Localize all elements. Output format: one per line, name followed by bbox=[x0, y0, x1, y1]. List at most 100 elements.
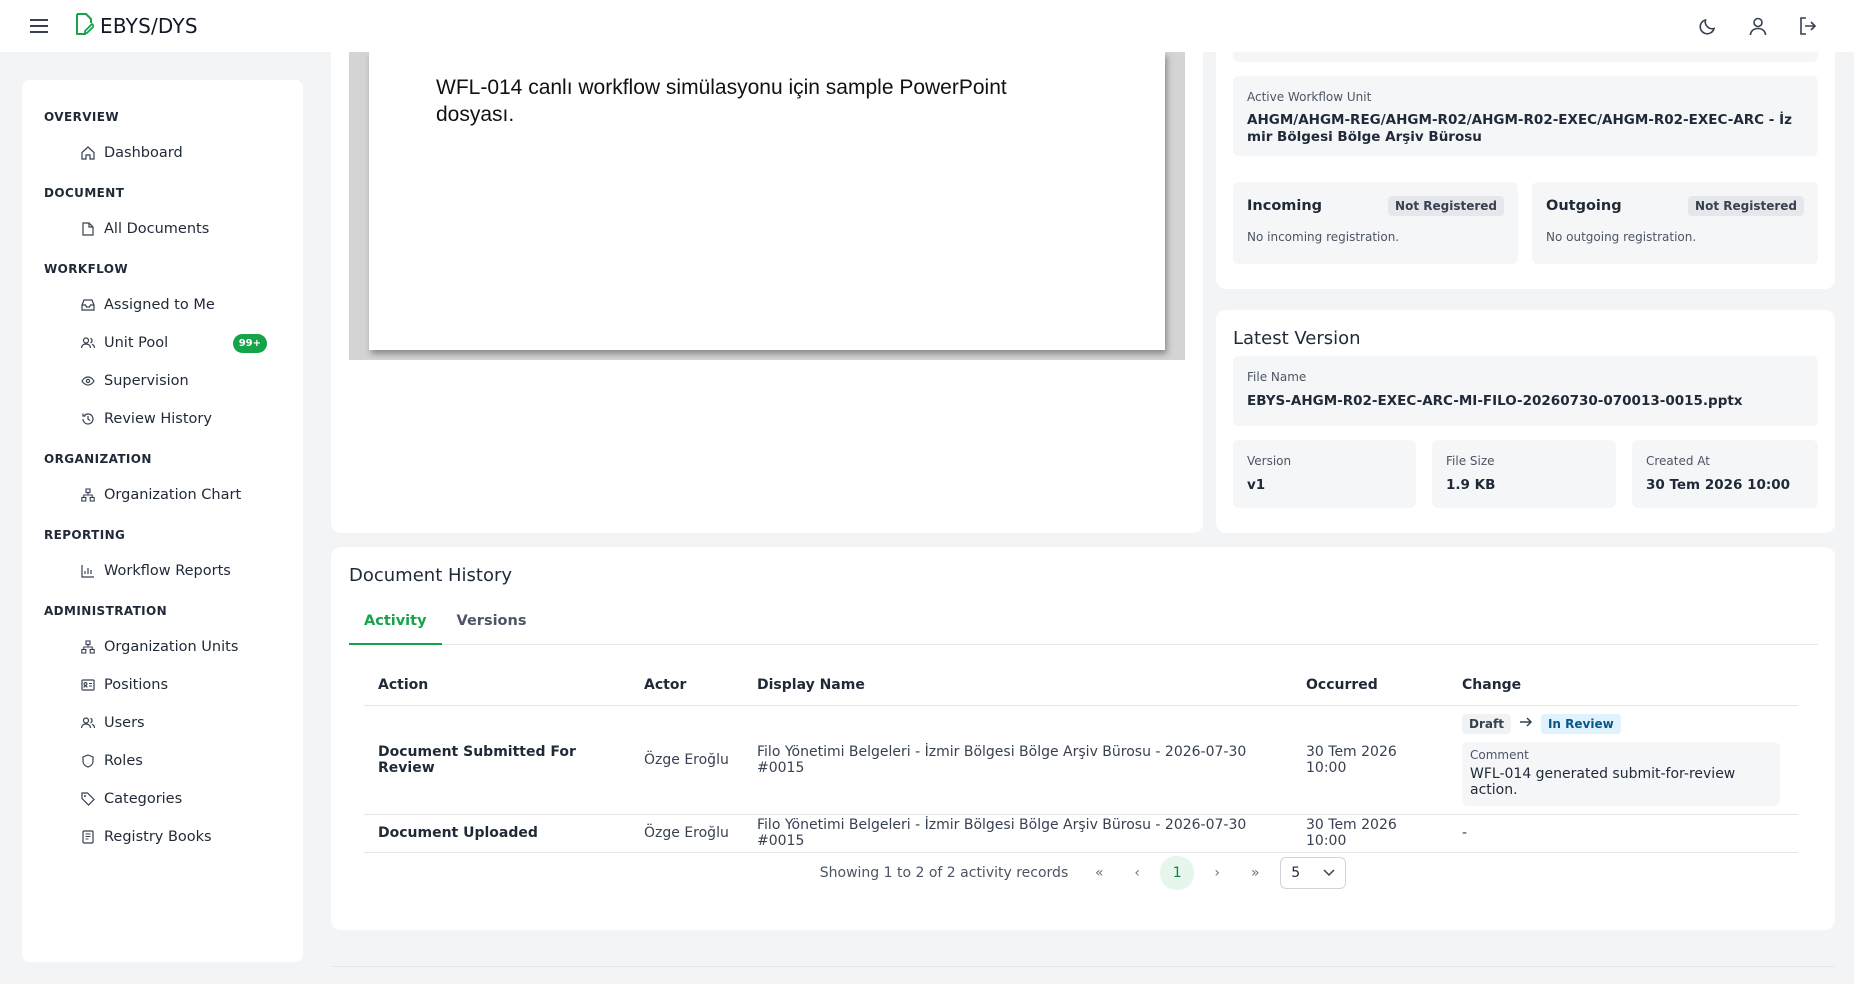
row-change: Draft In Review Comment WFL-014 generate… bbox=[1448, 705, 1798, 815]
column-header-action[interactable]: Action bbox=[364, 665, 630, 706]
sidebar-item-label: Workflow Reports bbox=[104, 563, 231, 579]
previous-page-button[interactable]: ‹ bbox=[1122, 857, 1152, 889]
id-card-icon bbox=[80, 677, 96, 693]
page-size-value: 5 bbox=[1291, 865, 1301, 881]
org-chart-icon bbox=[80, 639, 96, 655]
file-size-label: File Size bbox=[1446, 454, 1495, 468]
sidebar-item-label: Roles bbox=[104, 753, 143, 769]
table-row[interactable]: Document Submitted For Review Özge Eroğl… bbox=[364, 705, 1798, 815]
sidebar-item-assigned-to-me[interactable]: Assigned to Me bbox=[22, 286, 303, 324]
comment-label: Comment bbox=[1470, 747, 1529, 762]
row-occurred: 30 Tem 2026 10:00 bbox=[1292, 814, 1448, 853]
activity-table: Action Actor Display Name Occurred Chang… bbox=[364, 665, 1798, 853]
tab-versions[interactable]: Versions bbox=[442, 605, 542, 645]
sidebar-item-label: Positions bbox=[104, 677, 169, 693]
column-header-display-name[interactable]: Display Name bbox=[743, 665, 1292, 706]
row-display-name: Filo Yönetimi Belgeleri - İzmir Bölgesi … bbox=[743, 814, 1292, 853]
bar-chart-icon bbox=[80, 563, 96, 579]
inbox-icon bbox=[80, 297, 96, 313]
document-logo-icon bbox=[74, 13, 96, 39]
status-from-badge: Draft bbox=[1462, 713, 1511, 734]
sidebar-item-label: Dashboard bbox=[104, 145, 183, 161]
column-header-actor[interactable]: Actor bbox=[630, 665, 743, 706]
slide-text: WFL-014 canlı workflow simülasyonu için … bbox=[436, 76, 1007, 126]
incoming-registration-box: Incoming Not Registered No incoming regi… bbox=[1233, 182, 1518, 264]
created-at-value: 30 Tem 2026 10:00 bbox=[1646, 477, 1791, 493]
sidebar-item-label: Supervision bbox=[104, 373, 189, 389]
brand[interactable]: EBYS/DYS bbox=[74, 13, 198, 39]
nav-section-organization: ORGANIZATION bbox=[44, 452, 152, 466]
column-header-occurred[interactable]: Occurred bbox=[1292, 665, 1448, 706]
first-page-button[interactable]: « bbox=[1084, 857, 1114, 889]
sidebar-item-review-history[interactable]: Review History bbox=[22, 400, 303, 438]
pagination-summary: Showing 1 to 2 of 2 activity records bbox=[819, 865, 1069, 881]
row-actor: Özge Eroğlu bbox=[630, 705, 743, 815]
row-action: Document Uploaded bbox=[364, 814, 630, 853]
top-bar: EBYS/DYS bbox=[0, 0, 1854, 52]
status-to-badge: In Review bbox=[1540, 713, 1621, 734]
user-profile-icon[interactable] bbox=[1746, 14, 1770, 38]
sidebar-item-users[interactable]: Users bbox=[22, 704, 303, 742]
row-display-name: Filo Yönetimi Belgeleri - İzmir Bölgesi … bbox=[743, 705, 1292, 815]
page-1-button[interactable]: 1 bbox=[1160, 856, 1195, 890]
created-at-box: Created At 30 Tem 2026 10:00 bbox=[1632, 440, 1818, 508]
document-history-title: Document History bbox=[349, 565, 513, 586]
active-unit-label: Active Workflow Unit bbox=[1247, 90, 1372, 104]
sidebar-item-label: Users bbox=[104, 715, 145, 731]
sidebar-item-supervision[interactable]: Supervision bbox=[22, 362, 303, 400]
book-icon bbox=[80, 829, 96, 845]
sidebar: OVERVIEW Dashboard DOCUMENT All Document… bbox=[22, 80, 303, 962]
page-size-select[interactable]: 5 bbox=[1280, 857, 1347, 889]
row-occurred: 30 Tem 2026 10:00 bbox=[1292, 705, 1448, 815]
outgoing-text: No outgoing registration. bbox=[1546, 230, 1697, 244]
file-icon bbox=[80, 221, 96, 237]
shield-icon bbox=[80, 753, 96, 769]
file-name-value: EBYS-AHGM-R02-EXEC-ARC-MI-FILO-20260730-… bbox=[1247, 393, 1743, 409]
sidebar-item-dashboard[interactable]: Dashboard bbox=[22, 134, 303, 172]
brand-name: EBYS/DYS bbox=[100, 14, 198, 38]
created-at-label: Created At bbox=[1646, 454, 1711, 468]
history-icon bbox=[80, 411, 96, 427]
sidebar-item-roles[interactable]: Roles bbox=[22, 742, 303, 780]
sidebar-item-unit-pool[interactable]: Unit Pool 99+ bbox=[22, 324, 303, 362]
pagination: Showing 1 to 2 of 2 activity records « ‹… bbox=[331, 856, 1835, 890]
next-page-button[interactable]: › bbox=[1202, 857, 1232, 889]
bottom-divider bbox=[331, 966, 1835, 967]
document-preview-card: WFL-014 canlı workflow simülasyonu için … bbox=[331, 40, 1203, 533]
sidebar-item-organization-units[interactable]: Organization Units bbox=[22, 628, 303, 666]
latest-version-card: Latest Version File Name EBYS-AHGM-R02-E… bbox=[1216, 310, 1835, 533]
column-header-change[interactable]: Change bbox=[1448, 665, 1798, 706]
sidebar-item-label: Review History bbox=[104, 411, 212, 427]
history-tabs: Activity Versions bbox=[349, 605, 1818, 645]
table-header-row: Action Actor Display Name Occurred Chang… bbox=[364, 665, 1798, 706]
users-icon bbox=[80, 715, 96, 731]
sidebar-item-registry-books[interactable]: Registry Books bbox=[22, 818, 303, 856]
sidebar-item-all-documents[interactable]: All Documents bbox=[22, 210, 303, 248]
sidebar-item-positions[interactable]: Positions bbox=[22, 666, 303, 704]
document-history-card: Document History Activity Versions Actio… bbox=[331, 547, 1835, 930]
sidebar-item-organization-chart[interactable]: Organization Chart bbox=[22, 476, 303, 514]
file-size-value: 1.9 KB bbox=[1446, 477, 1496, 493]
file-name-label: File Name bbox=[1247, 370, 1307, 384]
tab-activity[interactable]: Activity bbox=[349, 605, 442, 645]
document-info-card: Active Workflow Unit AHGM/AHGM-REG/AHGM-… bbox=[1216, 40, 1835, 289]
sidebar-item-label: Organization Units bbox=[104, 639, 239, 655]
hamburger-menu-icon[interactable] bbox=[28, 15, 50, 37]
file-size-box: File Size 1.9 KB bbox=[1432, 440, 1616, 508]
sidebar-item-workflow-reports[interactable]: Workflow Reports bbox=[22, 552, 303, 590]
latest-version-title: Latest Version bbox=[1233, 328, 1361, 349]
sidebar-item-categories[interactable]: Categories bbox=[22, 780, 303, 818]
active-workflow-unit-box: Active Workflow Unit AHGM/AHGM-REG/AHGM-… bbox=[1233, 76, 1818, 156]
eye-icon bbox=[80, 373, 96, 389]
comment-text: WFL-014 generated submit-for-review acti… bbox=[1470, 765, 1736, 798]
dark-mode-icon[interactable] bbox=[1696, 14, 1720, 38]
row-action: Document Submitted For Review bbox=[364, 705, 630, 815]
sidebar-item-label: Categories bbox=[104, 791, 183, 807]
table-row[interactable]: Document Uploaded Özge Eroğlu Filo Yönet… bbox=[364, 814, 1798, 853]
last-page-button[interactable]: » bbox=[1240, 857, 1270, 889]
logout-icon[interactable] bbox=[1796, 14, 1820, 38]
sidebar-item-label: Assigned to Me bbox=[104, 297, 215, 313]
slide-page: WFL-014 canlı workflow simülasyonu için … bbox=[369, 52, 1165, 350]
slide-viewer[interactable]: WFL-014 canlı workflow simülasyonu için … bbox=[349, 52, 1185, 360]
sidebar-item-label: Registry Books bbox=[104, 829, 212, 845]
